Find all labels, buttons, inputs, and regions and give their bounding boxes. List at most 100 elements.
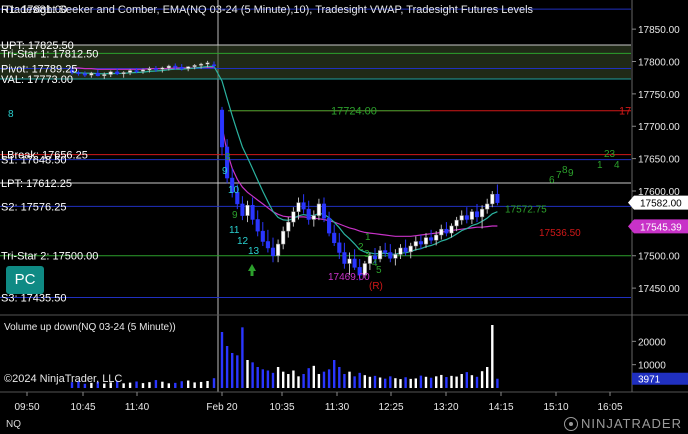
x-tick-label: 11:30	[325, 402, 350, 413]
candle-body	[291, 211, 296, 223]
candle-body	[388, 252, 393, 259]
level-label: Tri-Star 1: 17812.50	[1, 48, 98, 60]
volume-bar	[307, 368, 310, 388]
candle-body	[160, 67, 165, 70]
candle-body	[469, 211, 474, 220]
candle-body	[408, 245, 413, 253]
level-label: LPT: 17612.25	[1, 178, 72, 190]
volume-bar	[174, 382, 177, 388]
seeker-count: 6	[549, 175, 555, 186]
annotation-label: 17469.00	[328, 272, 370, 283]
volume-bar	[343, 374, 346, 388]
candle-body	[281, 230, 286, 245]
x-tick-label: 14:15	[488, 402, 513, 413]
candle-body	[316, 203, 321, 216]
seeker-count: 8	[8, 109, 14, 120]
volume-bar	[317, 374, 321, 388]
candle-body	[434, 234, 439, 241]
volume-bar	[475, 376, 479, 388]
x-tick-label: 13:20	[433, 402, 458, 413]
candle-body	[495, 193, 500, 203]
volume-bar	[199, 381, 203, 388]
candle-body	[205, 62, 210, 65]
volume-bar	[363, 375, 366, 388]
volume-bar	[297, 376, 300, 388]
candle-body	[265, 241, 270, 249]
seeker-count: 10	[228, 185, 240, 196]
volume-bar	[455, 376, 458, 388]
candle-body	[140, 69, 146, 72]
candle-body	[490, 193, 495, 205]
annotation-label: 17536.50	[539, 228, 581, 239]
price-tick-label: 17650.00	[638, 155, 680, 166]
candle-body	[211, 64, 217, 66]
candle-body	[240, 203, 245, 216]
seeker-count: 23	[604, 149, 616, 160]
candle-body	[321, 203, 327, 219]
volume-marker: 3971	[638, 375, 661, 386]
ninja-logo-icon	[563, 417, 578, 431]
instrument-tab[interactable]: NQ	[6, 419, 21, 430]
candle-body	[480, 208, 485, 218]
candle-body	[413, 241, 418, 247]
volume-bar	[333, 360, 336, 388]
volume-bar	[154, 380, 158, 388]
volume-bar	[404, 377, 407, 388]
candle-body	[378, 250, 383, 260]
price-chart[interactable]: 891011121389123456 7 8 9231 4 17724.00 171746…	[0, 0, 688, 434]
copyright: ©2024 NinjaTrader, LLC	[4, 373, 122, 385]
candle-body	[276, 243, 281, 256]
volume-panel-title: Volume up down(NQ 03-24 (5 Minute))	[4, 322, 176, 333]
volume-bar	[389, 376, 392, 388]
annotation-label: 17724.00	[331, 106, 377, 118]
candle-body	[179, 67, 184, 69]
volume-bar	[282, 371, 285, 388]
candle-body	[250, 204, 255, 220]
candle-body	[383, 250, 388, 253]
candle-body	[306, 208, 311, 220]
candle-body	[95, 72, 100, 76]
volume-tick-label: 10000	[638, 361, 666, 372]
candle-body	[474, 211, 480, 218]
seeker-count: 5	[376, 265, 382, 276]
seeker-count: 9	[568, 168, 574, 179]
volume-bar	[271, 372, 275, 388]
volume-bar	[276, 367, 280, 388]
candle-body	[115, 71, 120, 75]
volume-tick-label: 20000	[638, 337, 666, 348]
volume-bar	[450, 375, 453, 388]
x-tick-label: Feb 20	[206, 402, 238, 413]
seeker-count: 11	[229, 225, 240, 236]
volume-bar	[122, 383, 125, 388]
candle-body	[342, 252, 347, 264]
candle-body	[311, 215, 316, 220]
price-tick-label: 17500.00	[638, 252, 680, 263]
annotation-marker: 17	[619, 106, 631, 118]
volume-bar	[292, 370, 295, 388]
level-label: S3: 17435.50	[1, 292, 66, 304]
candle-body	[219, 109, 225, 148]
candle-body	[418, 241, 423, 245]
volume-bar	[429, 377, 433, 388]
volume-bar	[327, 369, 331, 388]
seeker-count: 4	[614, 160, 620, 171]
annotation-label: (R)	[369, 281, 383, 292]
candle-body	[429, 237, 434, 241]
candle-body	[199, 63, 204, 66]
volume-bar	[399, 379, 402, 388]
candle-body	[296, 202, 301, 212]
volume-bar	[460, 374, 463, 388]
price-tick-label: 17850.00	[638, 25, 680, 36]
candle-body	[134, 70, 139, 72]
pc-button[interactable]: PC	[6, 266, 44, 294]
volume-bar	[368, 376, 372, 388]
candle-body	[192, 65, 197, 67]
x-tick-label: 15:10	[543, 402, 568, 413]
candle-body	[352, 258, 357, 268]
level-label: VAL: 17773.00	[1, 74, 73, 86]
candle-body	[454, 219, 459, 227]
volume-bar	[322, 371, 326, 388]
seeker-count: 13	[248, 246, 260, 257]
candle-body	[464, 215, 469, 220]
candle-body	[403, 247, 408, 253]
